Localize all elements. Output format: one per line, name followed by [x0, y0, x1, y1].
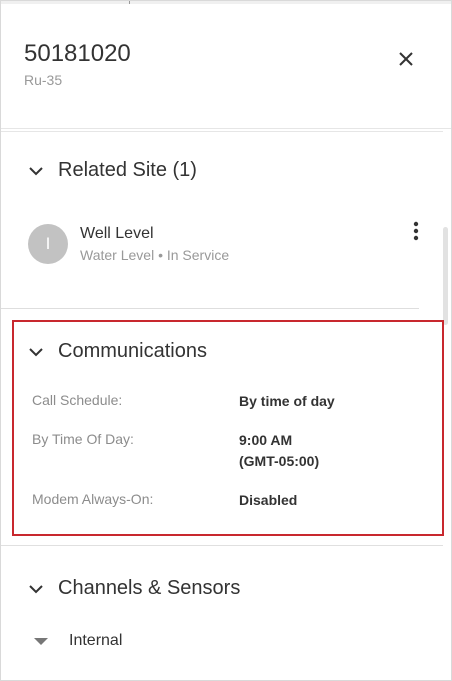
call-schedule-value: By time of day: [239, 393, 335, 409]
channels-sensors-toggle[interactable]: Channels & Sensors: [27, 577, 240, 600]
related-site-toggle[interactable]: Related Site (1): [27, 159, 197, 182]
channels-sensors-heading: Channels & Sensors: [58, 577, 241, 599]
panel-header: 50181020 Ru-35: [1, 1, 451, 129]
close-button[interactable]: [391, 44, 421, 74]
time-of-day-label: By Time Of Day:: [32, 431, 134, 447]
modem-always-on-label: Modem Always-On:: [32, 491, 154, 507]
avatar: I: [28, 224, 68, 264]
related-site-heading: Related Site (1): [58, 159, 197, 181]
timezone-value: (GMT-05:00): [239, 453, 320, 469]
close-icon: [399, 52, 413, 66]
internal-group-toggle[interactable]: Internal: [69, 632, 122, 650]
divider: [1, 308, 419, 309]
detail-panel: 50181020 Ru-35 Related Site (1) I Well L…: [0, 0, 452, 681]
divider: [1, 131, 443, 132]
time-value: 9:00 AM: [239, 432, 293, 448]
call-schedule-label: Call Schedule:: [32, 392, 123, 408]
time-of-day-value: 9:00 AM (GMT-05:00): [239, 430, 319, 472]
scrollbar-thumb[interactable]: [443, 227, 448, 325]
site-meta: Water Level • In Service: [80, 247, 230, 263]
more-options-button[interactable]: [406, 220, 426, 242]
chevron-down-icon: [29, 584, 43, 593]
communications-heading: Communications: [58, 340, 207, 362]
site-name-link[interactable]: Well Level: [80, 225, 154, 243]
caret-down-icon[interactable]: [34, 638, 48, 645]
kebab-menu-icon: [413, 221, 419, 241]
page-subtitle: Ru-35: [24, 72, 63, 88]
chevron-down-icon: [29, 166, 43, 175]
modem-always-on-value: Disabled: [239, 492, 298, 508]
communications-toggle[interactable]: Communications: [27, 340, 207, 363]
divider: [1, 545, 443, 546]
chevron-down-icon: [29, 347, 43, 356]
page-title: 50181020: [24, 40, 131, 67]
